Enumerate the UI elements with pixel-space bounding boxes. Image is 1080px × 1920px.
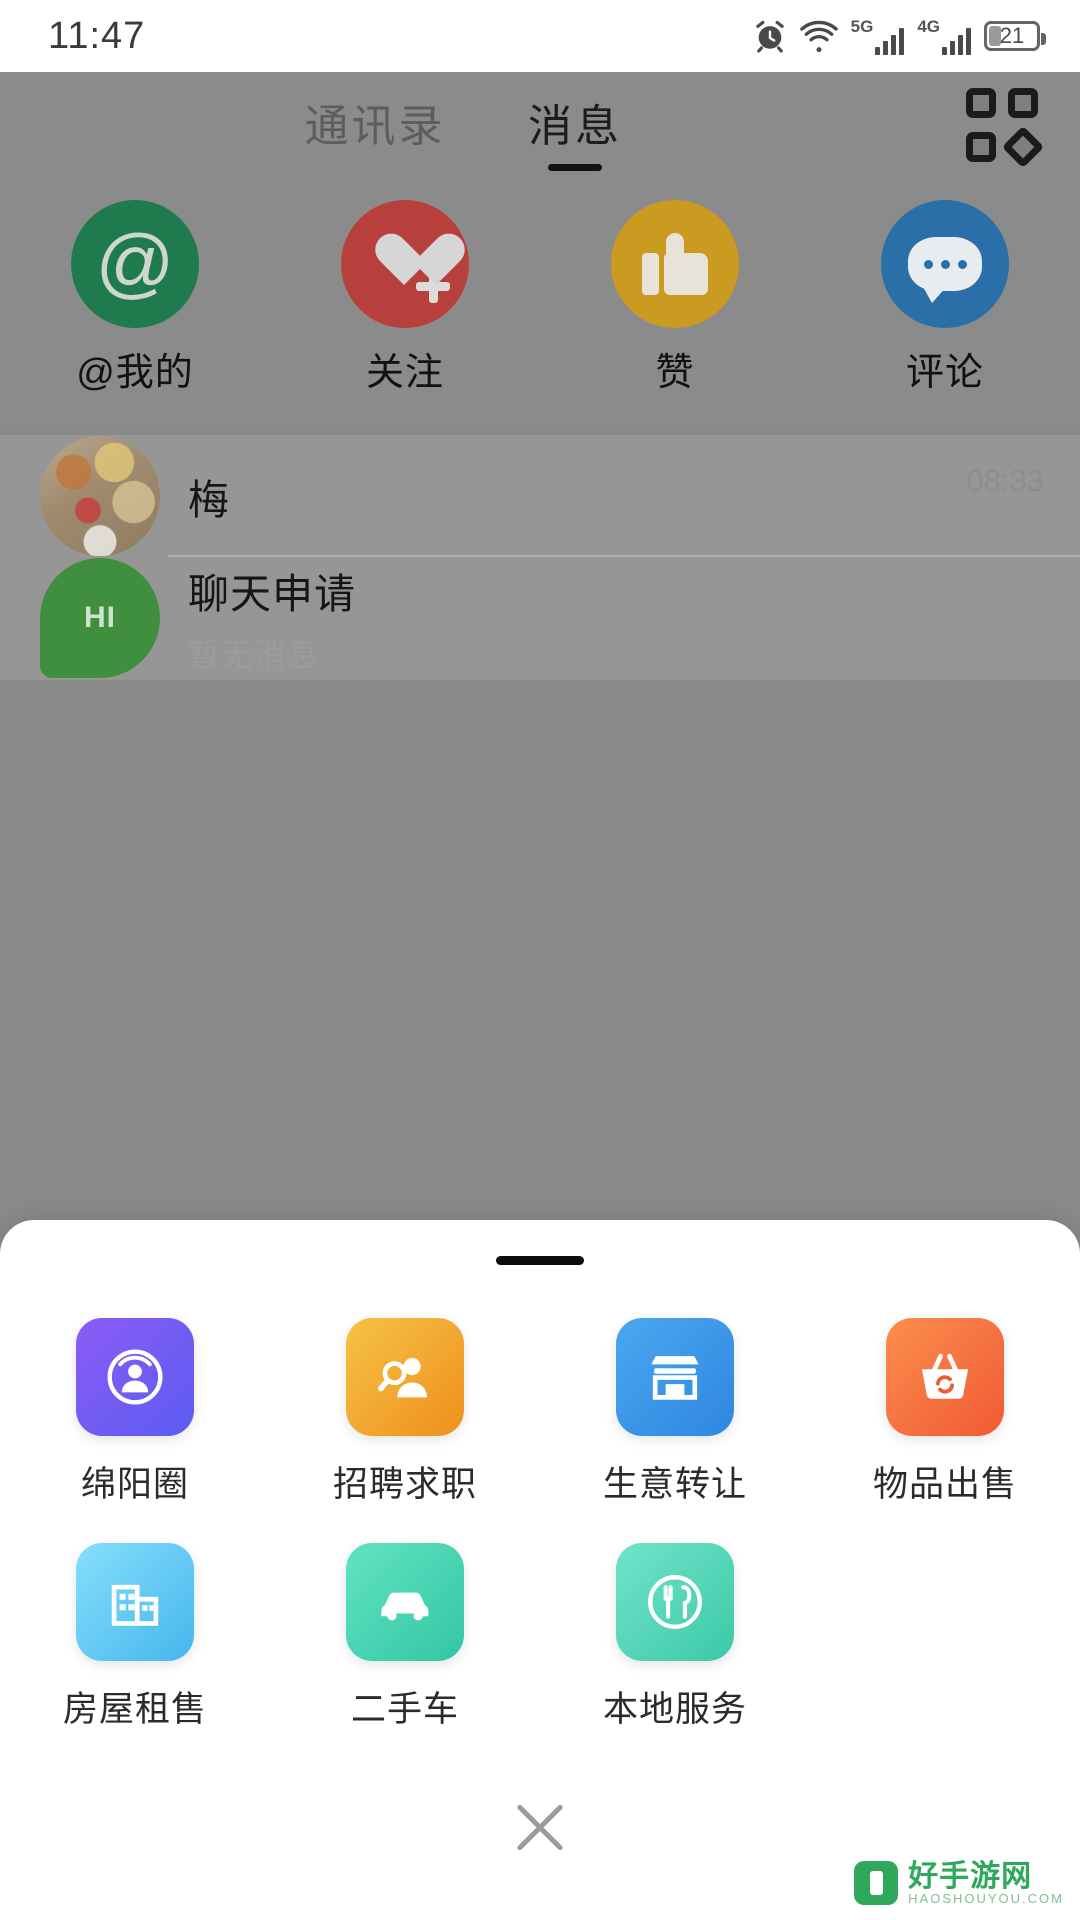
- chat-item-name: 聊天申请: [188, 571, 356, 617]
- chat-item-main: 聊天申请 暂无消息: [188, 560, 1044, 676]
- tab-messages[interactable]: 消息: [480, 90, 670, 154]
- at-icon: @: [71, 200, 199, 328]
- dining-icon: [616, 1543, 734, 1661]
- chat-list-item-mei[interactable]: 梅 08:33: [0, 435, 1080, 557]
- close-icon[interactable]: [509, 1796, 571, 1858]
- watermark-logo-icon: [854, 1861, 899, 1906]
- publish-option-label: 本地服务: [602, 1690, 747, 1729]
- avatar: [40, 436, 160, 556]
- chat-item-name: 梅: [188, 477, 230, 523]
- publish-option-sell-item[interactable]: 物品出售: [810, 1318, 1080, 1507]
- publish-option-label: 生意转让: [602, 1465, 747, 1504]
- grid-square-2: [1008, 88, 1038, 118]
- car-icon: [346, 1543, 464, 1661]
- plus-badge: [416, 269, 450, 303]
- basket-sell-icon: [886, 1318, 1004, 1436]
- alarm-icon: [753, 19, 787, 53]
- publish-option-label: 物品出售: [872, 1465, 1017, 1504]
- publish-option-mianyangquan[interactable]: 绵阳圈: [0, 1318, 270, 1507]
- tab-active-indicator: [548, 164, 602, 171]
- chat-item-subtitle: 暂无消息: [188, 637, 321, 673]
- thumbs-up-icon: [611, 200, 739, 328]
- watermark-title: 好手游网: [908, 1859, 1033, 1893]
- quick-action-comments[interactable]: 评论: [810, 200, 1080, 410]
- publish-option-business-transfer[interactable]: 生意转让: [540, 1318, 810, 1507]
- quick-action-follow[interactable]: 关注: [270, 200, 540, 410]
- bubble-shape: [908, 237, 982, 303]
- building-icon: [76, 1543, 194, 1661]
- quick-action-likes[interactable]: 赞: [540, 200, 810, 410]
- chat-list-item-chat-request[interactable]: HI 聊天申请 暂无消息: [0, 557, 1080, 679]
- quick-action-label: 关注: [365, 352, 444, 394]
- status-bar-time: 11:47: [48, 14, 146, 57]
- heart-plus-icon: [341, 200, 469, 328]
- wifi-icon: [799, 20, 838, 52]
- watermark-subtitle: HAOSHOUYOU.COM: [908, 1891, 1064, 1907]
- chat-item-time: 08:33: [966, 463, 1044, 498]
- publish-option-housing[interactable]: 房屋租售: [0, 1543, 270, 1732]
- signal-4g-icon: 4G: [917, 18, 971, 55]
- chat-item-main: 梅: [188, 466, 966, 526]
- drag-handle[interactable]: [496, 1256, 584, 1265]
- phone-screen: 11:47 5G 4G 21 通讯录 消息 @ @我的 关注 赞 评论 梅 08…: [0, 0, 1080, 1920]
- watermark: 好手游网 HAOSHOUYOU.COM: [854, 1861, 1064, 1906]
- quick-action-label: @我的: [76, 352, 194, 394]
- grid-diamond: [1001, 125, 1045, 169]
- battery-icon: 21: [984, 21, 1046, 51]
- publish-option-used-car[interactable]: 二手车: [270, 1543, 540, 1732]
- watermark-text: 好手游网 HAOSHOUYOU.COM: [908, 1861, 1064, 1906]
- chat-list: 梅 08:33 HI 聊天申请 暂无消息: [0, 435, 1080, 680]
- grid-square-3: [966, 132, 996, 162]
- broadcast-icon: [76, 1318, 194, 1436]
- battery-level: 21: [999, 23, 1025, 48]
- quick-action-label: 赞: [655, 352, 695, 394]
- publish-option-jobs[interactable]: 招聘求职: [270, 1318, 540, 1507]
- publish-option-local-services[interactable]: 本地服务: [540, 1543, 810, 1732]
- storefront-icon: [616, 1318, 734, 1436]
- comment-bubble-icon: [881, 200, 1009, 328]
- quick-actions-row: @ @我的 关注 赞 评论: [0, 200, 1080, 410]
- publish-option-label: 招聘求职: [332, 1465, 477, 1504]
- app-header: 通讯录 消息 @ @我的 关注 赞 评论: [0, 72, 1080, 427]
- quick-action-at-mine[interactable]: @ @我的: [0, 200, 270, 410]
- signal-bars-5g: [875, 27, 905, 55]
- status-bar-icons: 5G 4G 21: [753, 18, 1046, 55]
- avatar: HI: [40, 558, 160, 678]
- publish-option-label: 房屋租售: [62, 1690, 207, 1729]
- status-bar: 11:47 5G 4G 21: [0, 0, 1080, 72]
- job-search-icon: [346, 1318, 464, 1436]
- thumb-shape: [642, 233, 708, 295]
- signal-5g-icon: 5G: [851, 18, 905, 55]
- bottom-sheet: 绵阳圈 招聘求职 生意转让 物品出售 房屋租售 二手车 本地服务: [0, 1220, 1080, 1920]
- signal-bars-4g: [942, 27, 971, 55]
- avatar-photo: [40, 436, 160, 556]
- at-glyph: @: [95, 218, 175, 306]
- publish-options-grid: 绵阳圈 招聘求职 生意转让 物品出售 房屋租售 二手车 本地服务: [0, 1318, 1080, 1768]
- heart-shape: [374, 235, 450, 303]
- grid-square-1: [966, 88, 996, 118]
- tab-contacts[interactable]: 通讯录: [280, 90, 470, 154]
- top-tabs: 通讯录 消息: [0, 88, 1080, 182]
- quick-action-label: 评论: [905, 352, 984, 394]
- grid-menu-icon[interactable]: [966, 88, 1045, 169]
- publish-option-label: 二手车: [350, 1690, 459, 1729]
- publish-option-label: 绵阳圈: [80, 1465, 189, 1504]
